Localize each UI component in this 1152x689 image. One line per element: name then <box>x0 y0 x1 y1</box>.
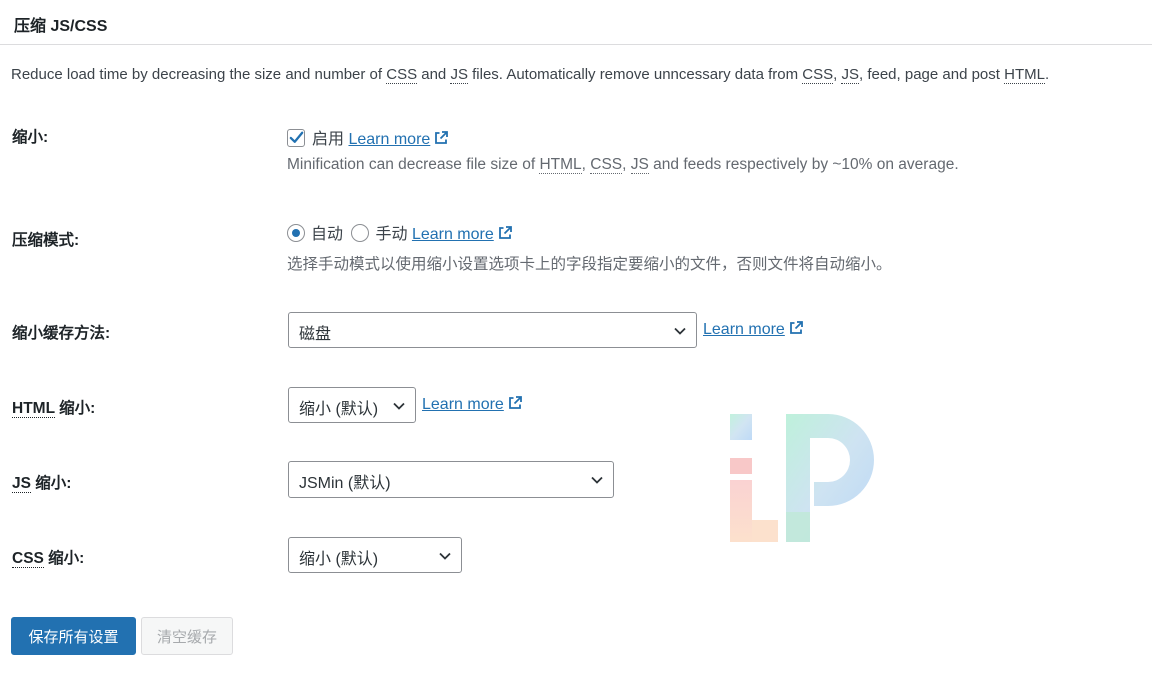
js-minify-label: JS 缩小: <box>12 475 72 493</box>
minify-learn-more-link[interactable]: Learn more <box>348 131 449 148</box>
abbr-css: CSS <box>590 156 623 174</box>
external-link-icon <box>498 226 512 239</box>
chevron-down-icon <box>439 552 451 560</box>
minify-enable-label: 启用 <box>312 131 345 148</box>
mode-option-auto[interactable]: 自动 <box>287 224 343 243</box>
chevron-down-icon <box>674 327 686 335</box>
abbr-css: CSS <box>802 66 834 84</box>
external-link-icon <box>508 396 522 409</box>
abbr-js: JS <box>630 156 649 174</box>
css-minify-label: CSS 缩小: <box>12 550 85 568</box>
mode-option-manual[interactable]: 手动 <box>351 224 407 243</box>
cache-method-value: 磁盘 <box>299 326 332 343</box>
css-minify-select[interactable]: 缩小 (默认) <box>288 537 462 573</box>
js-minify-value: JSMin (默认) <box>299 475 391 492</box>
external-link-icon <box>435 131 449 144</box>
minify-enable-checkbox[interactable] <box>287 129 305 147</box>
abbr-js: JS <box>450 66 468 84</box>
html-minify-value: 缩小 (默认) <box>299 401 379 418</box>
section-header: 压缩 JS/CSS <box>0 0 1152 45</box>
mode-manual-radio[interactable] <box>351 224 370 242</box>
html-minify-label: HTML 缩小: <box>12 400 96 418</box>
clear-cache-button[interactable]: 清空缓存 <box>141 617 233 655</box>
abbr-html: HTML <box>539 156 582 174</box>
abbr-css: CSS <box>12 550 44 568</box>
chevron-down-icon <box>591 476 603 484</box>
mode-description: 选择手动模式以使用缩小设置选项卡上的字段指定要缩小的文件，否则文件将自动缩小。 <box>287 256 892 273</box>
abbr-js: JS <box>841 66 859 84</box>
html-minify-select[interactable]: 缩小 (默认) <box>288 387 416 423</box>
abbr-html: HTML <box>1004 66 1045 84</box>
minify-field: 启用 Learn more <box>287 125 449 149</box>
abbr-css: CSS <box>386 66 418 84</box>
checkmark-icon <box>289 131 304 143</box>
cache-method-label: 缩小缓存方法: <box>12 325 111 342</box>
mode-label: 压缩模式: <box>12 232 80 249</box>
intro-text: Reduce load time by decreasing the size … <box>11 66 1050 84</box>
external-link-icon <box>789 321 803 334</box>
watermark-logo <box>730 414 874 542</box>
html-minify-learn-more-link[interactable]: Learn more <box>422 395 523 414</box>
save-all-settings-button[interactable]: 保存所有设置 <box>11 617 136 655</box>
mode-learn-more-link[interactable]: Learn more <box>412 226 513 243</box>
chevron-down-icon <box>393 402 405 410</box>
js-minify-select[interactable]: JSMin (默认) <box>288 461 614 498</box>
abbr-js: JS <box>12 475 31 493</box>
mode-field: 自动 手动 Learn more <box>287 220 513 244</box>
minify-label: 缩小: <box>12 129 49 146</box>
minify-description: Minification can decrease file size of H… <box>287 156 959 174</box>
section-title: 压缩 JS/CSS <box>14 18 108 35</box>
css-minify-value: 缩小 (默认) <box>299 551 379 568</box>
mode-auto-radio[interactable] <box>287 224 305 242</box>
minify-enable-option[interactable]: 启用 <box>287 129 348 148</box>
cache-method-select[interactable]: 磁盘 <box>288 312 697 348</box>
cache-method-learn-more-link[interactable]: Learn more <box>703 320 804 339</box>
abbr-html: HTML <box>12 400 55 418</box>
